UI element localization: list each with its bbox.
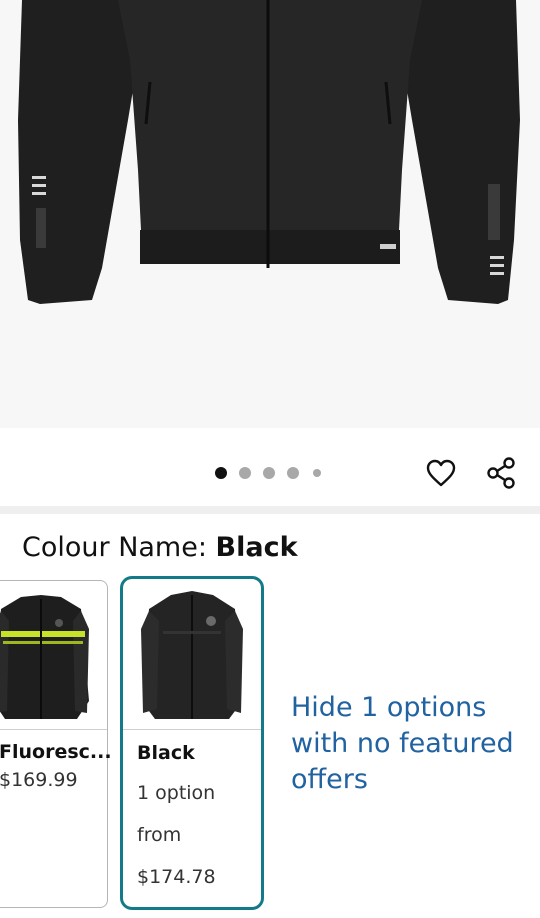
swatch-image <box>123 579 261 730</box>
pager-dot[interactable] <box>287 467 299 479</box>
pager-dot[interactable] <box>263 467 275 479</box>
pager-dot[interactable] <box>313 469 321 477</box>
pager-dot[interactable] <box>239 467 251 479</box>
swatch-card-fluorescent[interactable]: Fluoresc... $169.99 <box>0 580 112 908</box>
hide-options-link[interactable]: Hide 1 options with no featured offers <box>291 690 521 798</box>
swatch-name: Black <box>137 742 195 764</box>
share-button[interactable] <box>483 455 519 491</box>
swatch-price: $174.78 <box>137 866 216 888</box>
colour-name-value: Black <box>215 532 298 563</box>
share-icon <box>487 457 515 489</box>
product-image[interactable] <box>0 0 540 428</box>
jacket-illustration <box>18 0 520 304</box>
section-divider <box>0 506 540 514</box>
swatch-from: from <box>137 824 182 846</box>
swatch-image <box>0 581 107 730</box>
swatch-price: $169.99 <box>0 769 78 791</box>
colour-name-label: Colour Name: Black <box>22 532 298 563</box>
pager-dot[interactable] <box>215 467 227 479</box>
swatch-name: Fluoresc... <box>0 741 112 763</box>
swatch-card-black-selected[interactable]: Black 1 option from $174.78 <box>120 576 264 910</box>
heart-icon <box>426 459 456 487</box>
wishlist-button[interactable] <box>423 455 459 491</box>
colour-name-prefix: Colour Name: <box>22 532 216 563</box>
image-pager[interactable] <box>0 462 540 486</box>
swatch-options: 1 option <box>137 782 216 804</box>
